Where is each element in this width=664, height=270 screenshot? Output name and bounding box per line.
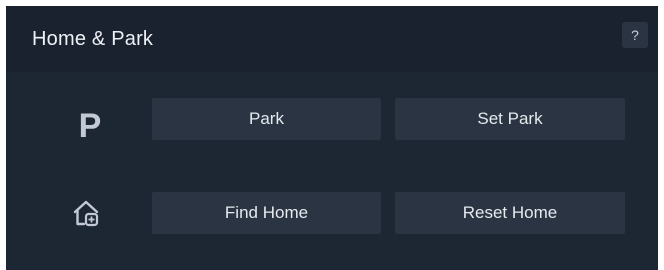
park-button[interactable]: Park xyxy=(152,98,381,140)
help-button[interactable]: ? xyxy=(622,22,648,48)
home-park-panel: Home & Park ? P Park Set Park Find Home … xyxy=(6,6,658,270)
home-icon-graphic xyxy=(73,200,99,227)
panel-title: Home & Park xyxy=(32,28,154,50)
panel-header: Home & Park ? xyxy=(6,6,658,72)
find-home-button[interactable]: Find Home xyxy=(152,192,381,234)
reset-home-button[interactable]: Reset Home xyxy=(395,192,625,234)
park-icon: P xyxy=(78,106,102,145)
home-icon xyxy=(66,194,106,234)
set-park-button[interactable]: Set Park xyxy=(395,98,625,140)
